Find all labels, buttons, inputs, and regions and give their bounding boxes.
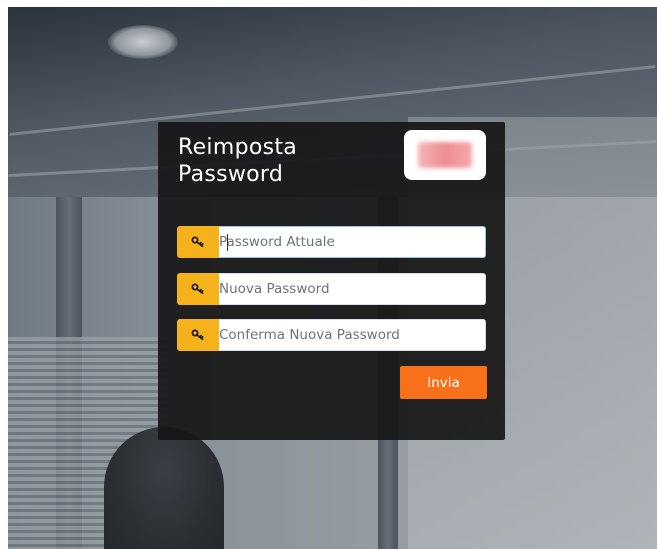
- confirm-password-row: [177, 319, 487, 351]
- background-ceiling-light: [108, 25, 178, 59]
- confirm-password-input[interactable]: [219, 319, 486, 351]
- current-password-row: [177, 226, 487, 258]
- new-password-row: [177, 273, 487, 305]
- reset-password-panel: Reimposta Password Invia: [158, 122, 505, 440]
- title-line-2: Password: [178, 162, 284, 187]
- submit-button[interactable]: Invia: [400, 366, 487, 399]
- key-icon: [177, 273, 219, 305]
- key-icon: [177, 226, 219, 258]
- new-password-input[interactable]: [219, 273, 486, 305]
- background-person: [104, 427, 224, 549]
- current-password-input[interactable]: [219, 226, 486, 258]
- text-caret: [227, 234, 228, 251]
- page-title: Reimposta Password: [178, 134, 378, 188]
- page: Reimposta Password Invia: [0, 0, 657, 549]
- company-logo: [404, 130, 486, 180]
- company-logo-icon: [418, 142, 472, 168]
- title-line-1: Reimposta: [178, 135, 298, 160]
- key-icon: [177, 319, 219, 351]
